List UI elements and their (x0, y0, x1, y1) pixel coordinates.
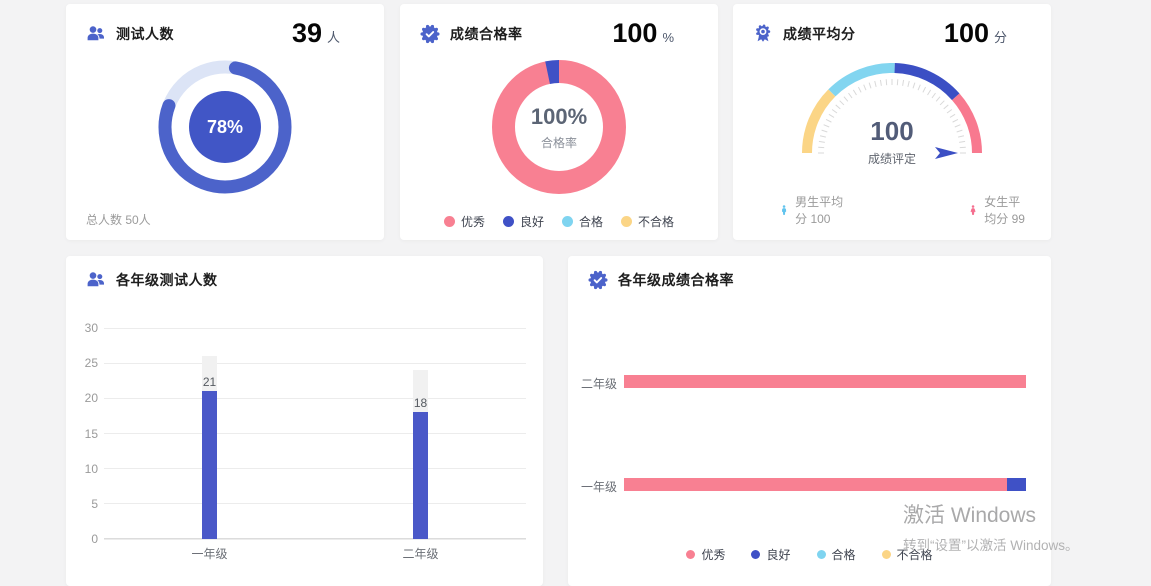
pass-rate-donut-chart: 100% 合格率 (484, 52, 634, 202)
legend-item[interactable]: 合格 (817, 546, 856, 563)
badge-check-icon (588, 270, 608, 290)
card-value-block: 39 人 (292, 18, 364, 49)
legend-item[interactable]: 良好 (751, 546, 790, 563)
male-average-text: 男生平均分 100 (795, 193, 846, 227)
gauge-value: 100 (733, 116, 1051, 147)
card-test-count: 测试人数 39 人 78% 总人数 50人 (66, 4, 384, 240)
grid-line (104, 363, 526, 364)
card-unit: % (662, 30, 674, 45)
progress-ring-chart: 78% (150, 52, 300, 202)
card-unit: 人 (327, 27, 340, 46)
female-average-stat: 女生平均分 99 (970, 193, 1031, 227)
grade-bar-chart: 05101520253021一年级18二年级 (104, 328, 526, 539)
female-average-text: 女生平均分 99 (984, 193, 1031, 227)
card-grade-test-count: 各年级测试人数 05101520253021一年级18二年级 (66, 256, 543, 586)
card-title: 成绩合格率 (450, 24, 523, 44)
x-axis-category-label: 二年级 (381, 545, 461, 562)
total-count-label: 总人数 50人 (86, 211, 151, 228)
hbar-category-label: 二年级 (568, 375, 617, 392)
card-header: 各年级成绩合格率 (568, 256, 1051, 290)
bar-value-label: 21 (190, 375, 230, 389)
legend-item[interactable]: 优秀 (686, 546, 725, 563)
hbar-category-label: 一年级 (568, 478, 617, 495)
card-header: 测试人数 39 人 (66, 4, 384, 49)
legend-label: 不合格 (638, 213, 674, 230)
grid-line (104, 503, 526, 504)
legend-dot-icon (562, 216, 573, 227)
male-person-icon (781, 202, 787, 218)
y-axis-tick-label: 25 (68, 356, 98, 370)
grid-line (104, 398, 526, 399)
card-average-score: 成绩平均分 100 分 100 成绩评定 男生平均分 100 (733, 4, 1051, 240)
y-axis-tick-label: 0 (68, 532, 98, 546)
people-icon (86, 24, 106, 44)
male-average-stat: 男生平均分 100 (781, 193, 846, 227)
female-person-icon (970, 202, 976, 218)
bar-value-label: 18 (401, 396, 441, 410)
legend-label: 良好 (766, 546, 790, 563)
y-axis-tick-label: 30 (68, 321, 98, 335)
legend-item[interactable]: 不合格 (882, 546, 933, 563)
legend-dot-icon (817, 550, 826, 559)
legend-label: 优秀 (461, 213, 485, 230)
grid-line (104, 328, 526, 329)
hbar-bar (624, 375, 1026, 388)
card-value: 39 (292, 18, 322, 49)
gauge-label: 成绩评定 (733, 150, 1051, 167)
legend-dot-icon (686, 550, 695, 559)
donut-center: 100% 合格率 (484, 52, 634, 202)
people-icon (86, 270, 106, 290)
legend-label: 优秀 (701, 546, 725, 563)
bar-tested (413, 412, 428, 539)
card-title: 各年级成绩合格率 (618, 270, 734, 290)
hbar-bar (624, 478, 1026, 491)
x-axis-line (104, 538, 526, 539)
legend-label: 不合格 (897, 546, 933, 563)
grid-line (104, 468, 526, 469)
y-axis-tick-label: 20 (68, 391, 98, 405)
donut-center-value: 100% (531, 104, 587, 130)
legend-dot-icon (882, 550, 891, 559)
card-grade-pass-rate: 各年级成绩合格率 二年级一年级 优秀 良好 合格 不合格 (568, 256, 1051, 586)
x-axis-category-label: 一年级 (170, 545, 250, 562)
card-header: 成绩合格率 100 % (400, 4, 718, 49)
legend-dot-icon (503, 216, 514, 227)
card-header: 各年级测试人数 (66, 256, 543, 290)
donut-center-label: 合格率 (541, 134, 577, 151)
card-value-block: 100 % (612, 18, 698, 49)
legend-label: 合格 (832, 546, 856, 563)
hbar-segment-优秀 (624, 478, 1007, 491)
bar-tested (202, 391, 217, 539)
legend-item[interactable]: 不合格 (621, 213, 674, 230)
card-pass-rate: 成绩合格率 100 % 100% 合格率 优秀 良好 合格 不合格 (400, 4, 718, 240)
legend-item[interactable]: 合格 (562, 213, 603, 230)
legend-label: 良好 (520, 213, 544, 230)
legend-item[interactable]: 良好 (503, 213, 544, 230)
hbar-segment-优秀 (624, 375, 1026, 388)
badge-check-icon (420, 24, 440, 44)
y-axis-tick-label: 15 (68, 427, 98, 441)
y-axis-tick-label: 5 (68, 497, 98, 511)
legend-dot-icon (751, 550, 760, 559)
ring-percent-label: 78% (150, 52, 300, 202)
grid-line (104, 433, 526, 434)
legend-item[interactable]: 优秀 (444, 213, 485, 230)
legend-dot-icon (621, 216, 632, 227)
gauge-footer: 男生平均分 100 女生平均分 99 (733, 193, 1051, 227)
legend-dot-icon (444, 216, 455, 227)
y-axis-tick-label: 10 (68, 462, 98, 476)
hbar-legend: 优秀 良好 合格 不合格 (568, 546, 1051, 563)
pie-legend: 优秀 良好 合格 不合格 (400, 213, 718, 230)
hbar-segment-良好 (1007, 478, 1026, 491)
card-title: 测试人数 (116, 24, 174, 44)
card-value: 100 (612, 18, 657, 49)
legend-label: 合格 (579, 213, 603, 230)
card-title: 各年级测试人数 (116, 270, 218, 290)
